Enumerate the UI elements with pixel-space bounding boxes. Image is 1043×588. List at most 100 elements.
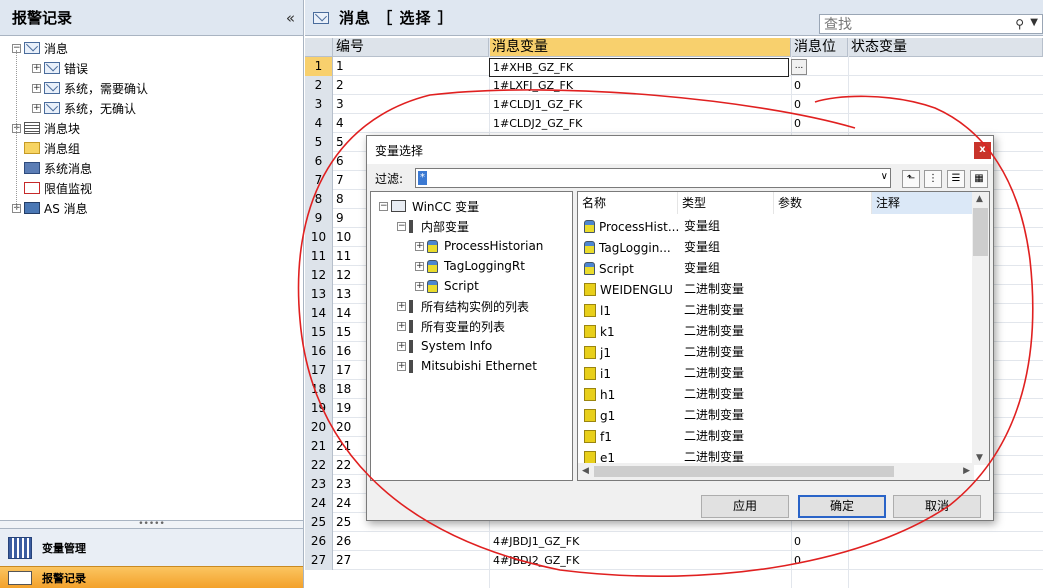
dialog-titlebar[interactable]: 变量选择 <box>367 136 993 164</box>
cell-number[interactable]: 4 <box>336 114 344 133</box>
expand-icon[interactable]: + <box>397 301 406 311</box>
cell-number[interactable]: 3 <box>336 95 344 114</box>
cell-number[interactable]: 25 <box>336 513 351 532</box>
row-number[interactable]: 16 <box>305 342 333 361</box>
cell-number[interactable]: 13 <box>336 285 351 304</box>
scroll-down-icon[interactable]: ▼ <box>976 453 983 463</box>
splitter-grip[interactable]: ••••• <box>0 520 303 529</box>
row-number[interactable]: 2 <box>305 76 333 95</box>
table-row[interactable]: 4 4 1#CLDJ2_GZ_FK 0 <box>305 114 1043 133</box>
cell-message-bit[interactable]: 0 <box>794 114 801 133</box>
cell-message-tag[interactable]: 4#JBDJ2_GZ_FK <box>493 551 579 570</box>
row-number[interactable]: 12 <box>305 266 333 285</box>
cell-number[interactable]: 1 <box>336 57 344 76</box>
tree-item[interactable]: + AS 消息 <box>12 198 88 218</box>
column-header-status-tag[interactable]: 状态变量 <box>848 38 1043 57</box>
scroll-up-icon[interactable]: ▲ <box>976 194 983 204</box>
expand-icon[interactable]: + <box>397 361 406 371</box>
row-number[interactable]: 7 <box>305 171 333 190</box>
cell-message-bit[interactable]: 0 <box>794 95 801 114</box>
list-item[interactable]: f1 二进制变量 <box>578 426 974 447</box>
column-header-type[interactable]: 类型 <box>678 192 774 214</box>
tree-item[interactable]: + 错误 <box>32 58 88 78</box>
cell-number[interactable]: 11 <box>336 247 351 266</box>
cell-number[interactable]: 27 <box>336 551 351 570</box>
table-row[interactable]: 26 26 4#JBDJ1_GZ_FK 0 <box>305 532 1043 551</box>
cell-number[interactable]: 8 <box>336 190 344 209</box>
row-number[interactable]: 13 <box>305 285 333 304</box>
row-number[interactable]: 10 <box>305 228 333 247</box>
nav-tag-management[interactable]: 变量管理 <box>0 528 303 566</box>
cell-message-bit[interactable]: 0 <box>794 76 801 95</box>
chevron-down-icon[interactable]: ∨ <box>881 171 888 182</box>
list-item[interactable]: TagLoggin... 变量组 <box>578 237 974 258</box>
scroll-left-icon[interactable]: ◀ <box>582 466 589 476</box>
expand-icon[interactable]: + <box>32 63 41 73</box>
row-number[interactable]: 6 <box>305 152 333 171</box>
vertical-scrollbar[interactable]: ▲ ▼ <box>972 192 989 465</box>
row-number[interactable]: 4 <box>305 114 333 133</box>
list-item[interactable]: i1 二进制变量 <box>578 363 974 384</box>
apply-button[interactable]: 应用 <box>701 495 789 518</box>
tag-tree-item[interactable]: + System Info <box>397 336 492 356</box>
tag-tree-item[interactable]: − 内部变量 <box>397 216 469 236</box>
expand-icon[interactable]: + <box>397 341 406 351</box>
cell-message-bit[interactable]: 0 <box>794 551 801 570</box>
collapse-panel-button[interactable]: « <box>286 9 295 27</box>
row-number[interactable]: 19 <box>305 399 333 418</box>
horizontal-scroll-thumb[interactable] <box>594 466 894 477</box>
tree-item[interactable]: 消息组 <box>12 138 80 158</box>
cell-number[interactable]: 22 <box>336 456 351 475</box>
cell-number[interactable]: 10 <box>336 228 351 247</box>
tree-item[interactable]: − 消息 <box>12 38 68 58</box>
row-number[interactable]: 14 <box>305 304 333 323</box>
expand-icon[interactable]: + <box>32 83 41 93</box>
row-number[interactable]: 3 <box>305 95 333 114</box>
row-number[interactable]: 5 <box>305 133 333 152</box>
row-number[interactable]: 22 <box>305 456 333 475</box>
cell-number[interactable]: 6 <box>336 152 344 171</box>
list-item[interactable]: j1 二进制变量 <box>578 342 974 363</box>
table-row[interactable]: 27 27 4#JBDJ2_GZ_FK 0 <box>305 551 1043 570</box>
search-icon[interactable]: ⚲ <box>1015 17 1024 31</box>
cell-number[interactable]: 17 <box>336 361 351 380</box>
expand-icon[interactable]: + <box>415 281 424 291</box>
cancel-button[interactable]: 取消 <box>893 495 981 518</box>
details-view-icon[interactable]: ☰ <box>947 170 965 188</box>
column-header-name[interactable]: 名称 <box>578 192 678 214</box>
search-input[interactable]: 查找 ⚲ ▼ <box>819 14 1043 34</box>
list-item[interactable]: ProcessHist... 变量组 <box>578 216 974 237</box>
cell-number[interactable]: 24 <box>336 494 351 513</box>
expand-icon[interactable]: + <box>415 261 424 271</box>
tree-item[interactable]: 系统消息 <box>12 158 92 178</box>
cell-message-tag[interactable]: 1#CLDJ1_GZ_FK <box>493 95 582 114</box>
tree-item[interactable]: + 消息块 <box>12 118 80 138</box>
cell-number[interactable]: 2 <box>336 76 344 95</box>
cell-message-tag[interactable]: 1#CLDJ2_GZ_FK <box>493 114 582 133</box>
cell-number[interactable]: 19 <box>336 399 351 418</box>
row-number[interactable]: 23 <box>305 475 333 494</box>
list-item[interactable]: k1 二进制变量 <box>578 321 974 342</box>
up-folder-icon[interactable]: ⬑ <box>902 170 920 188</box>
ok-button[interactable]: 确定 <box>798 495 886 518</box>
row-number[interactable]: 20 <box>305 418 333 437</box>
cell-message-tag[interactable]: 1#LXFJ_GZ_FK <box>493 76 573 95</box>
tag-tree-item[interactable]: + ProcessHistorian <box>415 236 543 256</box>
tree-item[interactable]: + 系统，无确认 <box>32 98 136 118</box>
row-number[interactable]: 11 <box>305 247 333 266</box>
tag-tree-item[interactable]: + 所有结构实例的列表 <box>397 296 529 316</box>
expand-icon[interactable]: + <box>32 103 41 113</box>
scroll-right-icon[interactable]: ▶ <box>963 466 970 476</box>
cell-number[interactable]: 21 <box>336 437 351 456</box>
cell-message-bit[interactable]: 0 <box>794 532 801 551</box>
row-number[interactable]: 1 <box>305 57 333 76</box>
row-number[interactable]: 8 <box>305 190 333 209</box>
collapse-icon[interactable]: − <box>379 201 388 211</box>
cell-number[interactable]: 5 <box>336 133 344 152</box>
cell-number[interactable]: 16 <box>336 342 351 361</box>
ellipsis-button[interactable]: ... <box>791 59 807 75</box>
cell-number[interactable]: 14 <box>336 304 351 323</box>
close-icon[interactable]: x <box>974 142 991 159</box>
cell-number[interactable]: 15 <box>336 323 351 342</box>
list-item[interactable]: WEIDENGLU 二进制变量 <box>578 279 974 300</box>
